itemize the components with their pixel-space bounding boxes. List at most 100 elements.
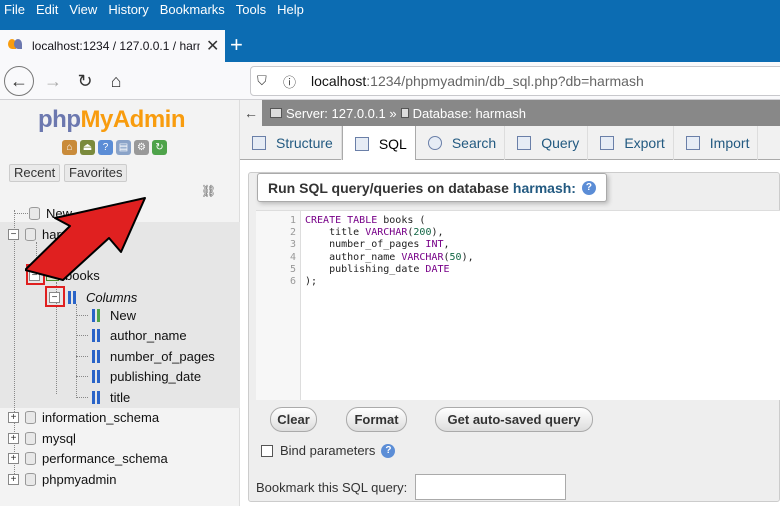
tree-label: title (110, 389, 131, 405)
menu-bar: File Edit View History Bookmarks Tools H… (0, 0, 780, 20)
sql-editor[interactable]: 1 2 3 4 5 6 CREATE TABLE books ( title V… (256, 210, 780, 400)
docs-icon[interactable]: ▤ (116, 140, 131, 155)
tree-label: information_schema (42, 409, 160, 425)
tab-import[interactable]: Import (674, 126, 759, 160)
bind-parameters-option[interactable]: Bind parameters ? (261, 443, 396, 458)
shield-icon[interactable]: ⛉ (257, 73, 277, 89)
help-icon[interactable]: ? (381, 443, 396, 458)
tree-label: New (110, 307, 137, 323)
help-icon[interactable]: ? (98, 140, 113, 155)
database-icon (400, 108, 409, 118)
menu-view[interactable]: View (64, 0, 103, 20)
column-icon (90, 369, 102, 383)
export-icon (600, 136, 615, 150)
expand-icon[interactable]: + (8, 411, 19, 423)
server-icon (270, 108, 282, 118)
sql-icon (354, 136, 369, 151)
home-icon[interactable]: ⌂ (101, 66, 131, 96)
tree-item-database[interactable]: + information_schema (8, 407, 159, 427)
top-menu: Structure SQL Search Query Export Import (240, 126, 780, 161)
tree-label: Columns (86, 289, 138, 305)
quick-links: ⌂ ⏏ ? ▤ ⚙ ↻ (62, 140, 167, 155)
tree-item-database[interactable]: + mysql (8, 428, 76, 448)
clear-button[interactable]: Clear (270, 407, 317, 432)
favorites-button[interactable]: Favorites (64, 164, 128, 182)
database-icon (25, 410, 36, 424)
tab-export[interactable]: Export (588, 126, 674, 160)
menu-bookmarks[interactable]: Bookmarks (155, 0, 231, 20)
reload-icon[interactable]: ↻ (70, 66, 100, 96)
url-bar[interactable]: ⛉ ⓘ localhost:1234/phpmyadmin/db_sql.php… (250, 66, 780, 96)
line-numbers: 1 2 3 4 5 6 (256, 211, 301, 400)
columns-icon (66, 290, 78, 304)
phpmyadmin-logo[interactable]: phpMyAdmin (38, 106, 185, 134)
tab-sql[interactable]: SQL (341, 126, 416, 161)
help-icon[interactable]: ? (581, 180, 596, 195)
tree-item-database[interactable]: + performance_schema (8, 448, 168, 468)
tree-item-new-column[interactable]: New (90, 305, 136, 325)
get-autosaved-query-button[interactable]: Get auto-saved query (435, 407, 593, 432)
tree-item-database[interactable]: + phpmyadmin (8, 469, 116, 489)
column-icon (90, 390, 102, 404)
logout-icon[interactable]: ⏏ (80, 140, 95, 155)
tree-item-column[interactable]: number_of_pages (90, 346, 215, 366)
menu-tools[interactable]: Tools (231, 0, 272, 20)
bind-parameters-checkbox[interactable] (261, 444, 273, 457)
phpmyadmin-favicon-icon (8, 39, 26, 53)
database-icon (25, 472, 36, 486)
tree-line (76, 315, 88, 316)
import-icon (685, 136, 700, 150)
settings-icon[interactable]: ⚙ (134, 140, 149, 155)
format-button[interactable]: Format (346, 407, 407, 432)
query-icon (517, 136, 532, 150)
tree-label: publishing_date (110, 368, 202, 384)
collapse-icon[interactable]: − (8, 228, 19, 240)
database-icon (25, 451, 36, 465)
menu-help[interactable]: Help (272, 0, 310, 20)
tab-query[interactable]: Query (505, 126, 589, 160)
breadcrumb-database[interactable]: Database: harmash (413, 106, 526, 121)
sql-legend: Run SQL query/queries on database harmas… (257, 173, 607, 202)
column-icon (90, 349, 102, 363)
tree-item-column[interactable]: author_name (90, 325, 187, 345)
back-icon[interactable]: ← (4, 66, 34, 96)
tab-title: localhost:1234 / 127.0.0.1 / harm (32, 39, 200, 53)
tree-line (76, 356, 88, 357)
tree-item-column[interactable]: title (90, 387, 130, 407)
new-tab-icon[interactable]: + (230, 34, 243, 56)
tree-label: performance_schema (42, 450, 168, 466)
forward-icon[interactable]: → (38, 66, 68, 96)
tree-label: mysql (42, 430, 76, 446)
column-new-icon (90, 308, 102, 322)
expand-icon[interactable]: + (8, 473, 19, 485)
tab-structure[interactable]: Structure (240, 126, 342, 160)
browser-tab[interactable]: localhost:1234 / 127.0.0.1 / harm ✕ (0, 30, 225, 62)
reload-nav-icon[interactable]: ↻ (152, 140, 167, 155)
close-tab-icon[interactable]: ✕ (206, 36, 219, 56)
expand-icon[interactable]: + (8, 432, 19, 444)
sql-code[interactable]: CREATE TABLE books ( title VARCHAR(200),… (301, 211, 474, 400)
main-content: Run SQL query/queries on database harmas… (240, 160, 780, 506)
tree-line (76, 397, 88, 398)
menu-history[interactable]: History (103, 0, 154, 20)
info-icon[interactable]: ⓘ (283, 72, 303, 91)
legend-db-link[interactable]: harmash: (513, 180, 576, 196)
recent-button[interactable]: Recent (9, 164, 61, 182)
menu-edit[interactable]: Edit (31, 0, 64, 20)
structure-icon (252, 136, 266, 150)
link-chain-icon[interactable]: ⛓ (201, 184, 216, 198)
home-icon[interactable]: ⌂ (62, 140, 77, 155)
database-icon (25, 431, 36, 445)
expand-icon[interactable]: + (8, 452, 19, 464)
bookmark-input[interactable] (415, 474, 566, 500)
column-icon (90, 328, 102, 342)
menu-file[interactable]: File (0, 0, 31, 20)
collapse-panel-icon[interactable]: ← (240, 100, 262, 126)
tab-search[interactable]: Search (416, 126, 506, 160)
tree-item-column[interactable]: publishing_date (90, 366, 201, 386)
nav-bar: ← → ↻ ⌂ ⛉ ⓘ localhost:1234/phpmyadmin/db… (0, 62, 780, 100)
tree-line (76, 335, 88, 336)
tab-strip: localhost:1234 / 127.0.0.1 / harm ✕ + (0, 20, 780, 62)
search-icon (427, 136, 442, 150)
breadcrumb-server[interactable]: Server: 127.0.0.1 » (286, 106, 397, 121)
